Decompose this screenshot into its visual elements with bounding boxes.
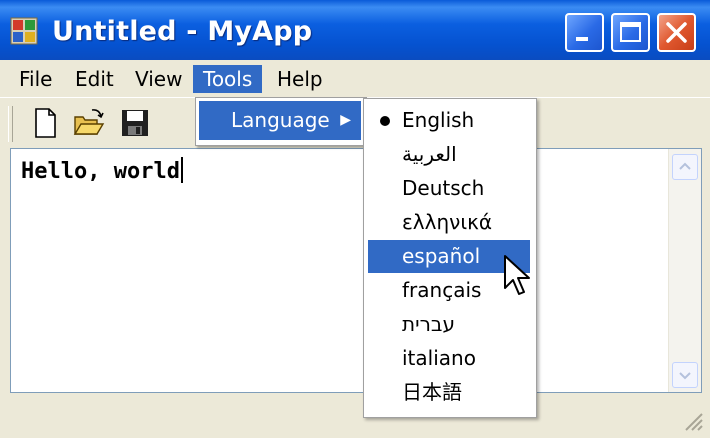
language-item-hebrew[interactable]: עברית xyxy=(368,308,530,341)
title-bar[interactable]: Untitled - MyApp xyxy=(0,0,710,60)
close-button[interactable] xyxy=(657,13,696,52)
editor-content[interactable]: Hello, world xyxy=(21,157,183,184)
chevron-up-icon xyxy=(679,162,691,170)
language-label: français xyxy=(402,278,482,302)
minimize-button[interactable] xyxy=(565,13,604,52)
menu-file[interactable]: File xyxy=(9,65,62,93)
toolbar-grip[interactable] xyxy=(8,106,13,142)
language-label: ελληνικά xyxy=(402,210,493,234)
language-item-english[interactable]: English xyxy=(368,104,530,137)
scroll-up-button[interactable] xyxy=(672,154,698,180)
mouse-pointer-icon xyxy=(504,255,530,295)
language-item-arabic[interactable]: العربية xyxy=(368,138,530,171)
text-editor[interactable]: Hello, world xyxy=(10,148,702,393)
chevron-down-icon xyxy=(679,372,691,380)
maximize-icon xyxy=(620,22,641,42)
menu-tools[interactable]: Tools xyxy=(193,65,263,93)
language-label: Deutsch xyxy=(402,176,485,200)
maximize-button[interactable] xyxy=(611,13,650,52)
language-label: עברית xyxy=(402,312,455,336)
language-label: العربية xyxy=(402,142,457,166)
vertical-scrollbar[interactable] xyxy=(668,149,701,392)
language-item-italian[interactable]: italiano xyxy=(368,342,530,375)
selected-bullet-icon xyxy=(380,116,390,126)
open-folder-icon[interactable] xyxy=(72,106,106,140)
language-label: Language xyxy=(231,108,330,132)
submenu-arrow-icon: ▶ xyxy=(340,112,351,128)
language-label: 日本語 xyxy=(402,380,462,404)
editor-text: Hello, world xyxy=(21,159,180,184)
language-item-japanese[interactable]: 日本語 xyxy=(368,376,530,409)
menu-item-language[interactable]: Language ▶ xyxy=(199,101,361,140)
window-title: Untitled - MyApp xyxy=(52,16,313,47)
menu-view[interactable]: View xyxy=(125,65,192,93)
new-document-icon[interactable] xyxy=(28,106,62,140)
resize-grip-icon[interactable] xyxy=(680,408,704,432)
app-icon xyxy=(10,17,38,45)
language-label: italiano xyxy=(402,346,476,370)
menu-bar: File Edit View Tools Help xyxy=(0,60,710,97)
language-label: English xyxy=(402,108,475,132)
menu-help[interactable]: Help xyxy=(267,65,333,93)
scroll-down-button[interactable] xyxy=(672,362,698,388)
minimize-icon xyxy=(576,37,588,41)
save-disk-icon[interactable] xyxy=(118,106,152,140)
language-item-german[interactable]: Deutsch xyxy=(368,172,530,205)
language-item-greek[interactable]: ελληνικά xyxy=(368,206,530,239)
app-window: Untitled - MyApp File Edit View Tools He… xyxy=(0,0,710,438)
text-caret xyxy=(180,157,183,183)
menu-edit[interactable]: Edit xyxy=(65,65,124,93)
close-icon xyxy=(666,22,687,43)
language-label: español xyxy=(402,244,481,268)
status-bar xyxy=(0,397,710,438)
tools-menu: Language ▶ xyxy=(195,97,367,146)
